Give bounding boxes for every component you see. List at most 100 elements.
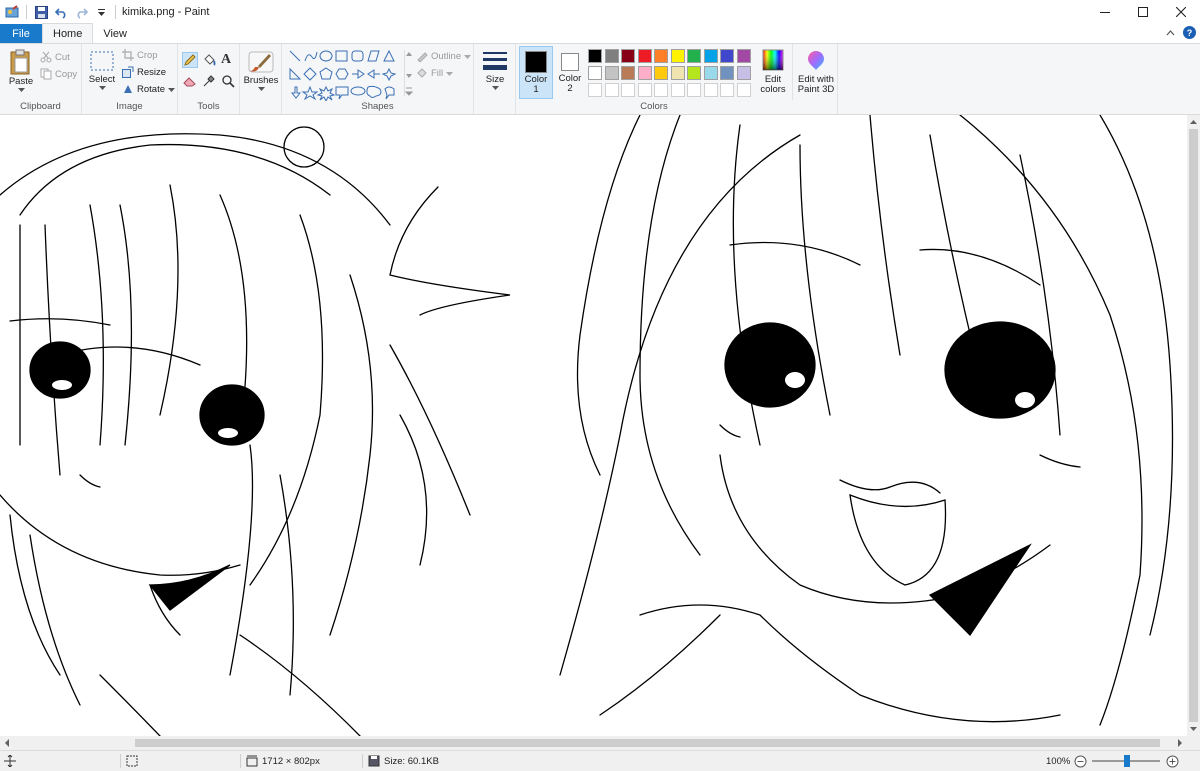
image-group-label: Image [116,101,143,112]
vertical-scroll-thumb[interactable] [1189,129,1198,722]
custom-color-slot[interactable] [621,83,635,97]
palette-swatch[interactable] [637,66,652,80]
zoom-slider[interactable] [1092,751,1160,771]
magnifier-tool[interactable] [221,74,235,91]
resize-button[interactable]: Resize [122,66,166,78]
horizontal-scroll-thumb[interactable] [135,739,1160,747]
brushes-button[interactable]: Brushes [244,49,278,91]
palette-swatch[interactable] [736,66,751,80]
outline-button[interactable]: Outline [416,50,472,62]
custom-color-slot[interactable] [720,83,734,97]
tools-group: A Tools [178,44,240,114]
color1-button[interactable]: Color 1 [519,46,553,99]
palette-swatch[interactable] [703,49,718,63]
palette-swatch[interactable] [670,49,685,63]
left-hair-ahoge [283,126,325,168]
color2-button[interactable]: Color 2 [556,46,586,99]
tab-view[interactable]: View [93,24,137,43]
status-divider [120,754,121,768]
cut-button[interactable]: Cut [40,51,70,63]
pencil-icon [184,54,196,66]
palette-swatch[interactable] [670,66,685,80]
status-divider [240,754,241,768]
collapse-ribbon-icon[interactable] [1166,27,1175,39]
status-divider [362,754,363,768]
zoom-slider-thumb[interactable] [1124,755,1130,767]
scroll-up-arrow-icon[interactable] [1187,116,1200,128]
zoom-in-button[interactable] [1166,751,1179,771]
tab-file[interactable]: File [0,24,42,43]
resize-label: Resize [137,66,167,78]
paint3d-label-2: Paint 3D [797,84,835,95]
custom-color-slot[interactable] [654,83,668,97]
close-button[interactable] [1162,0,1200,24]
text-tool-icon[interactable]: A [221,52,231,68]
paste-button[interactable]: Paste [6,48,36,92]
edit-with-paint3d-button[interactable]: Edit with Paint 3D [796,49,836,95]
outline-pen-icon [417,52,428,62]
palette-swatch[interactable] [720,49,734,63]
window-title: kimika.png - Paint [122,6,210,18]
edit-colors-button[interactable]: Edit colors [758,49,788,95]
size-button[interactable]: Size [480,50,510,90]
magnifier-icon [222,75,235,88]
palette-swatch[interactable] [720,66,734,80]
save-icon[interactable] [33,4,49,20]
rotate-icon [124,85,132,93]
palette-swatch[interactable] [588,66,602,80]
palette-swatch[interactable] [654,49,668,63]
palette-swatch[interactable] [687,66,701,80]
rotate-button[interactable]: Rotate [122,83,175,95]
color-picker-tool[interactable] [202,74,216,91]
crop-icon [122,49,134,61]
rotate-label: Rotate [137,83,165,95]
customize-qat-icon[interactable] [93,4,109,20]
palette-swatch[interactable] [637,49,652,63]
palette-swatch[interactable] [621,66,635,80]
palette-swatch[interactable] [588,49,602,63]
shapes-scroll[interactable] [404,50,414,96]
palette-swatch[interactable] [621,49,635,63]
palette-swatch[interactable] [736,49,751,63]
custom-color-slot[interactable] [687,83,701,97]
zoom-out-icon [1074,755,1087,767]
cut-label: Cut [55,51,70,63]
maximize-button[interactable] [1124,0,1162,24]
tab-home[interactable]: Home [42,23,94,43]
scroll-down-arrow-icon[interactable] [1187,723,1200,735]
shapes-group-label: Shapes [361,101,394,112]
custom-color-slot[interactable] [588,83,602,97]
palette-swatch[interactable] [687,49,701,63]
palette-swatch[interactable] [654,66,668,80]
paint-app-icon[interactable] [4,4,20,20]
horizontal-scrollbar[interactable] [0,736,1187,750]
eraser-tool[interactable] [183,75,197,90]
pencil-tool[interactable] [182,52,198,68]
shapes-gallery[interactable] [288,49,404,101]
custom-color-slot[interactable] [604,83,619,97]
zoom-out-button[interactable] [1074,751,1087,771]
copy-button[interactable]: Copy [40,68,77,80]
custom-color-slot[interactable] [703,83,718,97]
custom-color-slot[interactable] [637,83,652,97]
scroll-left-arrow-icon[interactable] [1,736,13,750]
scroll-corner [1187,736,1200,750]
custom-color-slot[interactable] [736,83,751,97]
select-rectangle-icon [90,51,114,71]
palette-swatch[interactable] [604,66,619,80]
scroll-right-arrow-icon[interactable] [1174,736,1186,750]
fill-button[interactable]: Fill [416,67,454,79]
color-spectrum-icon [762,49,784,71]
drawing-canvas[interactable] [0,115,1187,736]
minimize-button[interactable] [1086,0,1124,24]
undo-icon[interactable] [53,4,69,20]
palette-swatch[interactable] [703,66,718,80]
fill-tool[interactable] [202,53,216,70]
crop-button[interactable]: Crop [122,49,158,61]
custom-color-slot[interactable] [670,83,685,97]
help-icon[interactable]: ? [1183,26,1196,39]
select-button[interactable]: Select [86,50,118,90]
vertical-scrollbar[interactable] [1187,115,1200,736]
palette-swatch[interactable] [604,49,619,63]
redo-icon[interactable] [73,4,89,20]
